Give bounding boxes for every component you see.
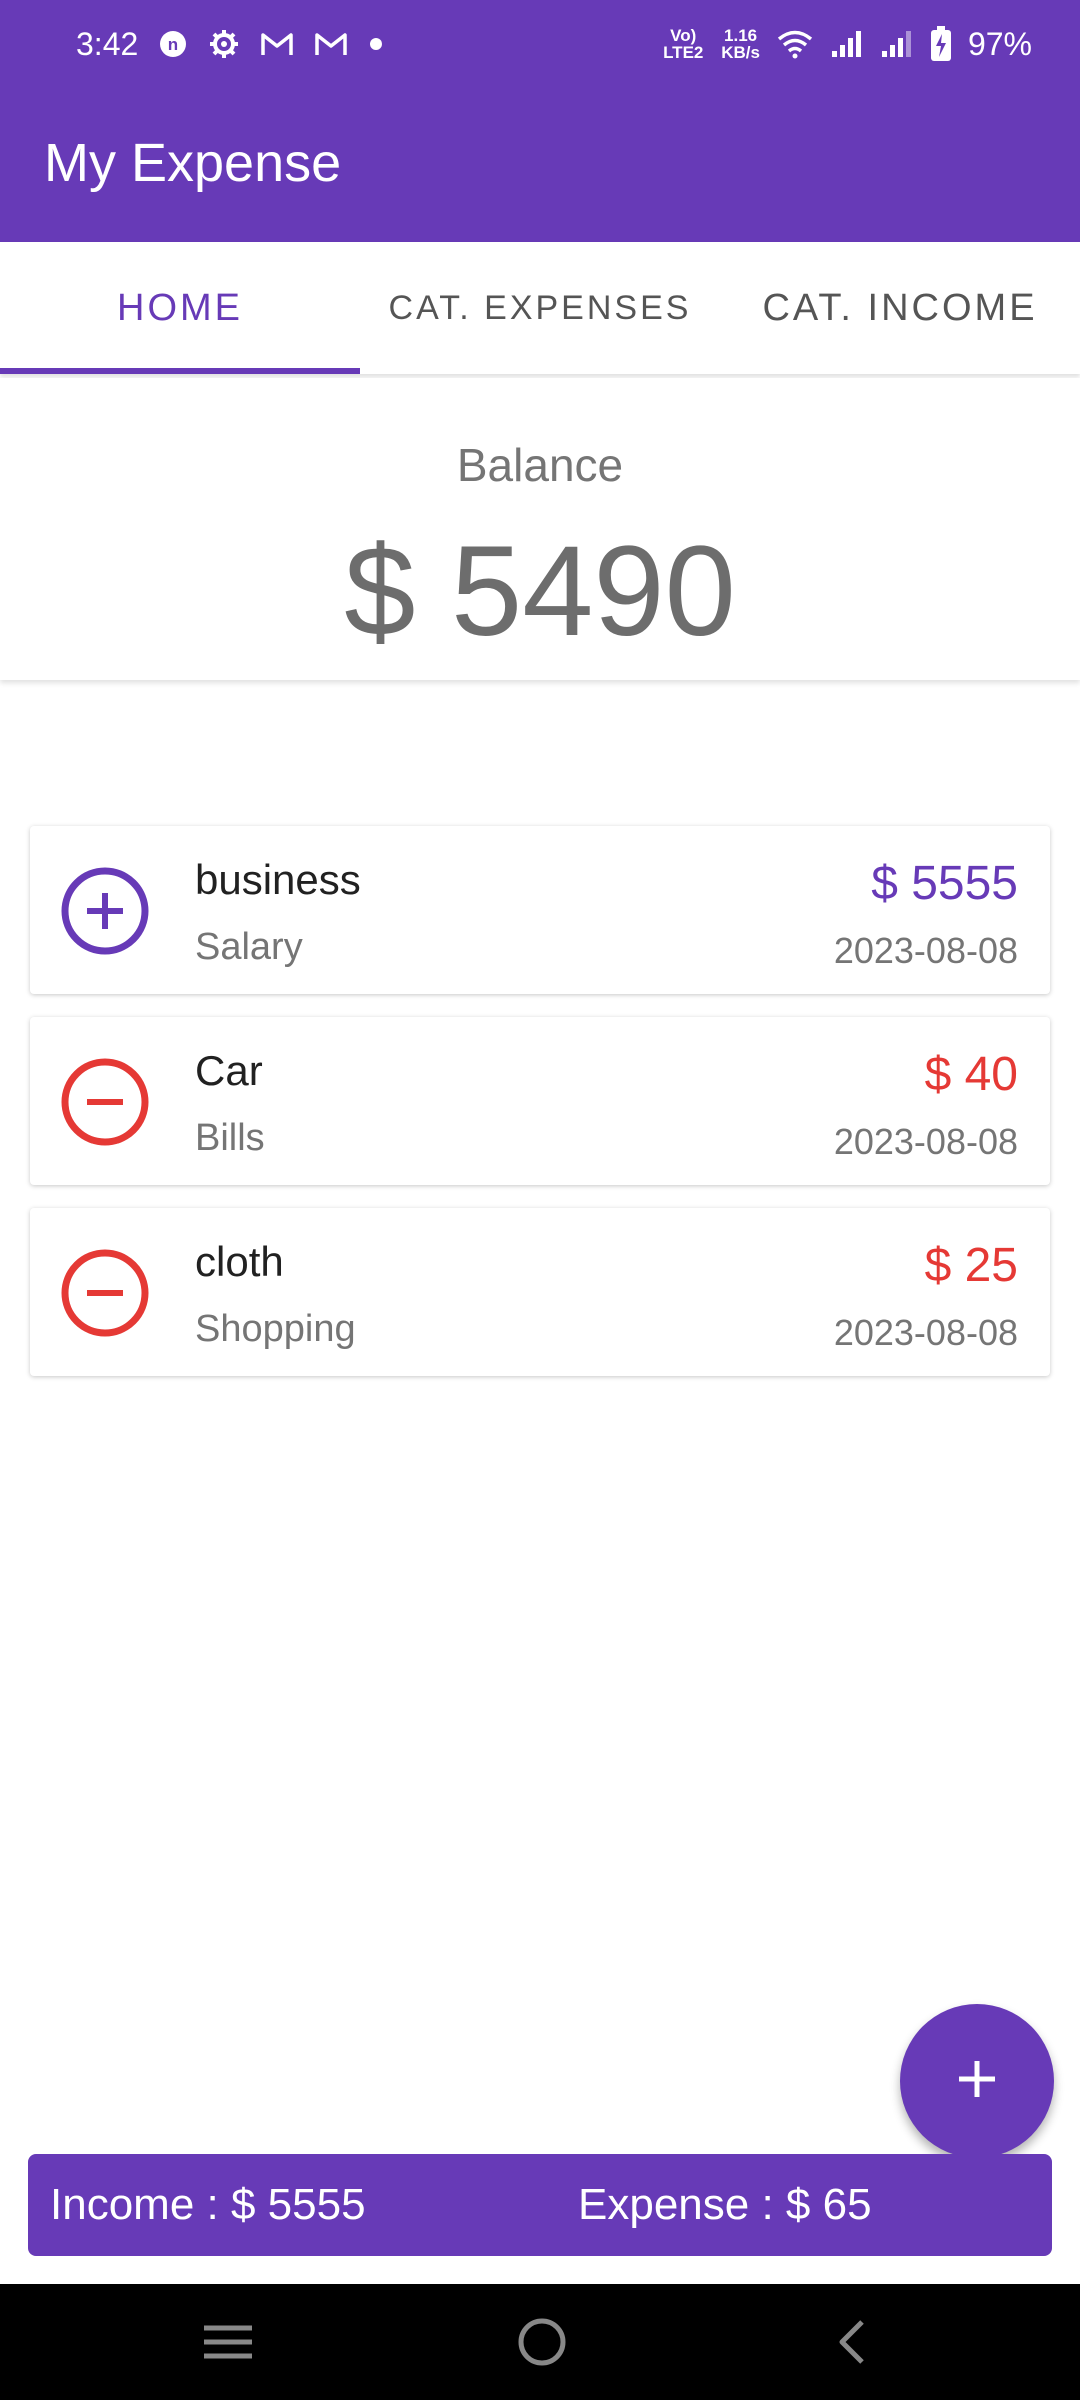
transaction-title: Car <box>195 1047 263 1094</box>
dot-icon <box>368 36 384 52</box>
transaction-item[interactable]: Car Bills $ 40 2023-08-08 <box>30 1017 1050 1185</box>
app-bar: 3:42 n Vo) LTE2 1.16 KB/s 97% My Expense <box>0 0 1080 242</box>
transaction-item[interactable]: cloth Shopping $ 25 2023-08-08 <box>30 1208 1050 1376</box>
minus-circle-icon <box>60 1057 150 1147</box>
balance-amount: $ 5490 <box>344 520 736 663</box>
status-bar: 3:42 n Vo) LTE2 1.16 KB/s 97% <box>0 0 1080 88</box>
menu-icon[interactable] <box>200 2312 256 2377</box>
transaction-title: business <box>195 856 361 903</box>
tab-category-expenses[interactable]: CAT. EXPENSES <box>360 242 720 374</box>
gmail-icon <box>314 30 348 58</box>
transaction-date: 2023-08-08 <box>833 1121 1018 1162</box>
income-expense-summary: Income : $ 5555 Expense : $ 65 <box>28 2154 1052 2256</box>
network-speed-unit: KB/s <box>721 43 760 62</box>
transaction-category: Bills <box>195 1117 265 1159</box>
transaction-amount: $ 40 <box>924 1048 1018 1101</box>
plus-circle-icon <box>60 866 150 956</box>
network-type-label: Vo) LTE2 <box>663 26 704 62</box>
battery-charging-icon <box>930 26 952 62</box>
transaction-amount: $ 5555 <box>871 857 1018 910</box>
gmail-icon <box>260 30 294 58</box>
transaction-category: Salary <box>195 926 303 968</box>
status-time: 3:42 <box>76 25 139 62</box>
minus-circle-icon <box>60 1248 150 1338</box>
balance-card: Balance $ 5490 <box>0 378 1080 680</box>
system-nav-bar <box>0 2284 1080 2400</box>
transaction-date: 2023-08-08 <box>833 1312 1018 1353</box>
network-speed: 1.16 KB/s <box>721 27 760 61</box>
income-total: Income : $ 5555 <box>50 2180 366 2229</box>
signal-icon <box>830 29 864 59</box>
balance-label: Balance <box>456 439 624 491</box>
add-transaction-button[interactable] <box>900 2004 1054 2158</box>
network-speed-value: 1.16 <box>724 26 758 45</box>
transaction-category: Shopping <box>195 1308 356 1350</box>
signal-icon <box>880 29 914 59</box>
settings-gear-icon <box>208 28 240 60</box>
transaction-date: 2023-08-08 <box>833 930 1018 971</box>
tab-home[interactable]: HOME <box>0 242 360 374</box>
app-title: My Expense <box>44 133 342 193</box>
tab-category-income[interactable]: CAT. INCOME <box>720 242 1080 374</box>
tab-bar: HOME CAT. EXPENSES CAT. INCOME <box>0 242 1080 374</box>
transaction-list: business Salary $ 5555 2023-08-08 Car Bi… <box>30 826 1050 1399</box>
expense-total: Expense : $ 65 <box>578 2180 872 2229</box>
back-icon[interactable] <box>826 2312 876 2377</box>
wifi-icon <box>776 29 814 59</box>
transaction-amount: $ 25 <box>924 1239 1018 1292</box>
volte-icon: Vo) LTE2 <box>661 27 705 61</box>
transaction-item[interactable]: business Salary $ 5555 2023-08-08 <box>30 826 1050 994</box>
plus-icon <box>955 2057 999 2106</box>
battery-percent: 97% <box>967 25 1032 62</box>
svg-text:n: n <box>168 35 178 54</box>
app-notification-icon: n <box>158 29 188 59</box>
home-icon[interactable] <box>512 2312 572 2377</box>
transaction-title: cloth <box>195 1238 284 1285</box>
